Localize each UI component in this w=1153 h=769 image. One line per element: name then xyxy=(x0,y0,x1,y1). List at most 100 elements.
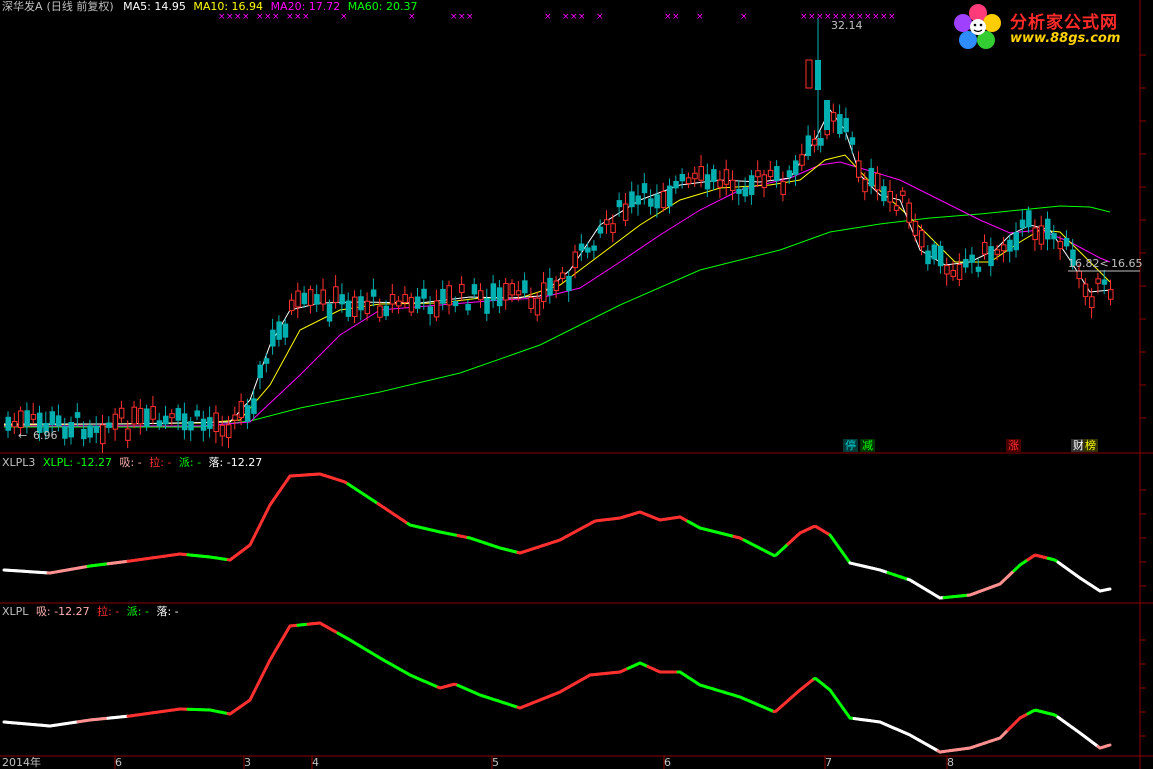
candle-body xyxy=(717,179,723,188)
candle-body xyxy=(528,297,534,309)
candle-body xyxy=(748,175,755,195)
badge-rise[interactable]: 涨 xyxy=(1006,439,1021,452)
candle-body xyxy=(761,174,767,188)
candle-body xyxy=(427,306,434,315)
signal-marker: × xyxy=(570,12,578,22)
candle-body xyxy=(74,412,81,418)
candle-body xyxy=(849,137,856,145)
signal-marker: × xyxy=(872,12,880,22)
candle-body xyxy=(238,401,245,419)
candle-body xyxy=(730,179,736,192)
candle-body xyxy=(742,187,749,197)
candle-body xyxy=(1000,244,1007,252)
candle-body xyxy=(566,275,572,291)
candle-body xyxy=(1089,296,1095,309)
candle-body xyxy=(815,60,821,90)
candle-body xyxy=(704,174,711,190)
candle-body xyxy=(862,179,868,193)
candle-body xyxy=(219,424,226,437)
xaxis-label-m1: 6 xyxy=(115,756,122,769)
candle-body xyxy=(509,283,515,296)
candle-body xyxy=(339,294,345,305)
candle-body xyxy=(515,290,522,296)
signal-marker: × xyxy=(340,12,348,22)
xaxis-label-year: 2014年 xyxy=(2,756,41,769)
candle-body xyxy=(534,297,541,316)
candle-body xyxy=(572,251,578,269)
signal-marker: × xyxy=(218,12,226,22)
candle-body xyxy=(289,299,295,312)
candle-body xyxy=(125,428,131,441)
candle-body xyxy=(925,250,931,265)
badge-reduce[interactable]: 减 xyxy=(860,439,875,452)
ma20-label: MA20: 17.72 xyxy=(270,0,341,13)
candle-body xyxy=(881,186,887,202)
signal-marker: × xyxy=(808,12,816,22)
candle-body xyxy=(786,170,793,178)
candle-body xyxy=(641,183,648,194)
candle-body xyxy=(988,246,994,267)
badge-suspend[interactable]: 停 xyxy=(843,439,858,452)
candle-body xyxy=(106,422,112,428)
candle-body xyxy=(692,172,698,180)
candle-body xyxy=(805,135,812,157)
candle-body xyxy=(937,245,944,267)
candle-body xyxy=(654,194,660,209)
candle-body xyxy=(226,424,232,439)
candle-body xyxy=(244,405,251,422)
candle-body xyxy=(578,243,585,251)
panel2-la: 拉: - xyxy=(149,456,172,469)
candle-body xyxy=(553,280,560,292)
candle-body xyxy=(402,294,408,303)
panel2-pai: 派: - xyxy=(178,456,202,469)
candle-body xyxy=(1108,289,1114,300)
signal-marker: × xyxy=(596,12,604,22)
candle-body xyxy=(358,296,364,311)
signal-marker: × xyxy=(672,12,680,22)
candle-body xyxy=(352,296,358,317)
flower-icon xyxy=(954,4,1001,49)
candle-body xyxy=(257,364,263,379)
signal-marker: × xyxy=(664,12,672,22)
signal-marker: × xyxy=(696,12,704,22)
site-logo[interactable]: 分析家公式网 www.88gs.com xyxy=(952,3,1148,51)
candle-body xyxy=(755,170,761,178)
candle-body xyxy=(811,138,818,146)
candle-body xyxy=(446,285,452,306)
candle-body xyxy=(837,114,843,134)
candle-body xyxy=(604,219,610,225)
candle-body xyxy=(194,410,200,417)
candle-body xyxy=(856,160,862,178)
signal-marker: × xyxy=(408,12,416,22)
candle-body xyxy=(55,415,62,427)
candle-body xyxy=(24,410,30,427)
panel3-la: 拉: - xyxy=(97,605,120,618)
candle-body xyxy=(118,407,125,419)
candle-body xyxy=(200,418,207,431)
badge-rank[interactable]: 榜 xyxy=(1083,439,1098,452)
candle-body xyxy=(440,288,446,304)
xaxis-label-m3: 4 xyxy=(312,756,319,769)
candle-body xyxy=(969,254,975,263)
candle-body xyxy=(377,305,383,318)
panel2-xi: 吸: - xyxy=(119,456,142,469)
panel3-header: XLPL 吸: -12.27 拉: - 派: - 落: - xyxy=(2,606,183,618)
candle-body xyxy=(780,181,786,195)
candle-body xyxy=(62,426,68,439)
candle-body xyxy=(799,154,805,166)
candle-body xyxy=(163,415,169,425)
signal-marker: × xyxy=(286,12,294,22)
candle-body xyxy=(169,413,175,419)
candle-body xyxy=(1026,210,1032,228)
panel2-header: XLPL3 XLPL: -12.27 吸: - 拉: - 派: - 落: -12… xyxy=(2,457,266,469)
candle-body xyxy=(635,195,641,205)
candle-body xyxy=(673,180,679,189)
panel2-name: XLPL3 xyxy=(2,456,36,469)
signal-marker: × xyxy=(264,12,272,22)
candle-body xyxy=(585,247,591,253)
candle-body xyxy=(326,303,333,322)
candle-body xyxy=(213,412,219,433)
chart-canvas[interactable]: × × × × × × × × × × × × × × × × × × × × × × × × × × × × × × × × × × × × xyxy=(0,0,1153,769)
candle-body xyxy=(805,59,813,89)
candle-body xyxy=(307,289,314,306)
